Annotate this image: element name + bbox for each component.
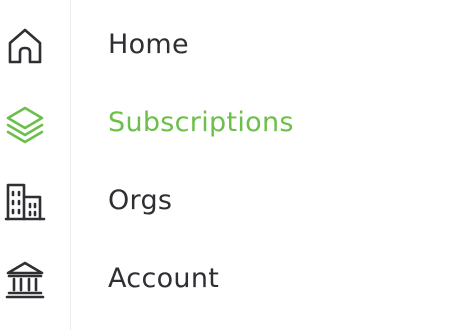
sidebar-item-account[interactable]: Account (0, 240, 463, 318)
sidebar-item-subscriptions[interactable]: Subscriptions (0, 84, 463, 162)
layers-icon (4, 103, 46, 145)
sidebar-item-orgs[interactable]: Orgs (0, 162, 463, 240)
home-icon (4, 25, 46, 67)
sidebar-item-label: Account (108, 263, 220, 294)
bank-icon (4, 259, 46, 301)
sidebar-nav: Home Subscriptions Orgs Account (0, 0, 463, 330)
sidebar-item-label: Subscriptions (108, 107, 294, 138)
sidebar-item-label: Orgs (108, 185, 173, 216)
sidebar-item-home[interactable]: Home (0, 6, 463, 84)
buildings-icon (4, 181, 46, 223)
sidebar-item-label: Home (108, 29, 189, 60)
